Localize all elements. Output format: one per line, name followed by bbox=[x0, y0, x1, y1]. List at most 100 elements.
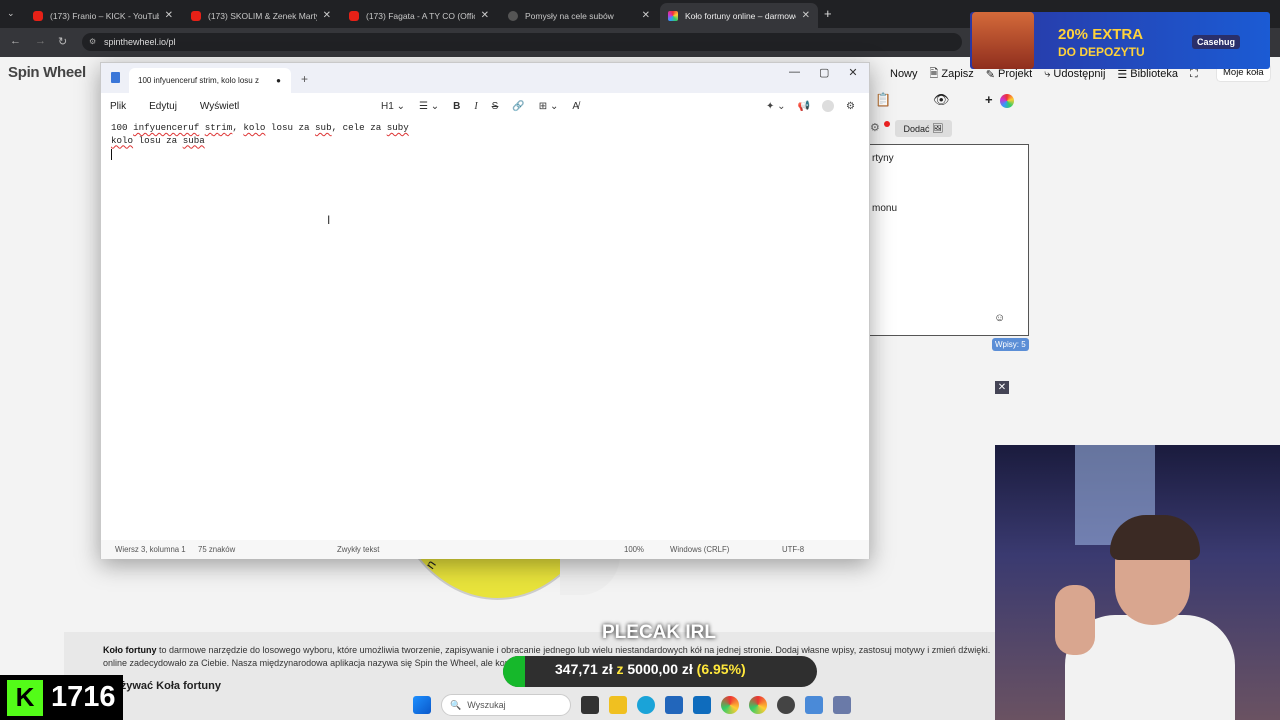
file-explorer-icon[interactable] bbox=[609, 696, 627, 714]
site-info-icon[interactable]: ⚙ bbox=[89, 37, 96, 46]
text-line: 100 infyuenceruf strim, kolo losu za sub… bbox=[111, 122, 851, 135]
brush-icon: ✎ bbox=[985, 68, 995, 81]
tab-title: (173) Franio – KICK - YouTube bbox=[50, 10, 159, 21]
line-ending[interactable]: Windows (CRLF) bbox=[670, 545, 729, 554]
entry-line: rtyny bbox=[872, 153, 894, 164]
tab-list-chevron-icon[interactable]: ⌄ bbox=[7, 8, 15, 19]
misspelled-word: kolo bbox=[111, 134, 134, 146]
encoding[interactable]: UTF-8 bbox=[782, 545, 804, 554]
unsaved-dot-icon[interactable]: ● bbox=[276, 76, 281, 85]
text-segment: , cele za bbox=[331, 122, 387, 133]
browser-tab[interactable]: (173) Franio – KICK - YouTube ✕ bbox=[25, 3, 181, 28]
emoji-icon[interactable]: ☺ bbox=[994, 312, 1005, 324]
minimize-icon[interactable]: — bbox=[789, 66, 800, 79]
obs-icon[interactable] bbox=[777, 696, 795, 714]
task-view-icon[interactable] bbox=[581, 696, 599, 714]
fullscreen-icon[interactable]: ⛶ bbox=[1190, 68, 1198, 81]
windows-start-icon[interactable] bbox=[413, 696, 431, 714]
bold-icon[interactable]: B bbox=[453, 101, 460, 112]
add-image-button[interactable]: Dodać 🖼 bbox=[895, 120, 952, 137]
browser-tab[interactable]: (173) SKOLIM & Zenek Martyniuk ✕ bbox=[183, 3, 339, 28]
chevron-down-icon: ⌄ bbox=[396, 100, 405, 112]
nav-library[interactable]: ☰ Biblioteka bbox=[1117, 68, 1178, 81]
hide-eye-icon[interactable]: 👁 bbox=[933, 92, 950, 108]
notepad-taskbar-icon[interactable] bbox=[805, 696, 823, 714]
entries-counter: Wpisy: 5 bbox=[992, 338, 1029, 351]
info-title: Koło fortuny bbox=[103, 645, 157, 655]
wheel-toolbar: 📋 👁 + bbox=[875, 92, 1025, 112]
menu-file[interactable]: Plik bbox=[110, 101, 126, 112]
treasure-chest-image bbox=[972, 12, 1034, 69]
chrome-icon[interactable] bbox=[721, 696, 739, 714]
ibeam-cursor-icon: I bbox=[327, 213, 331, 227]
new-tab-button[interactable]: + bbox=[824, 6, 832, 21]
copilot-icon[interactable]: ✦ ⌄ bbox=[766, 101, 786, 112]
tab-close-icon[interactable]: ✕ bbox=[802, 10, 810, 21]
misspelled-word: suba bbox=[182, 134, 205, 146]
browser-tab[interactable]: (173) Fagata - A TY CO (Official ✕ bbox=[341, 3, 497, 28]
chatgpt-icon bbox=[508, 10, 518, 21]
donation-progress-fill bbox=[503, 656, 525, 687]
nav-save-label: Zapisz bbox=[941, 68, 974, 80]
add-icon[interactable]: + bbox=[985, 92, 993, 107]
search-placeholder: Wyszukaj bbox=[467, 700, 506, 710]
ad-subline: DO DEPOZYTU bbox=[1058, 45, 1145, 59]
new-tab-icon[interactable]: + bbox=[301, 72, 308, 86]
settings-gear-icon[interactable]: ⚙ bbox=[870, 121, 880, 134]
calculator-icon[interactable] bbox=[833, 696, 851, 714]
text-segment: losu za bbox=[265, 122, 316, 133]
close-icon[interactable]: ✕ bbox=[995, 381, 1009, 394]
account-avatar[interactable] bbox=[822, 100, 834, 112]
maximize-icon[interactable]: ▢ bbox=[819, 66, 829, 79]
tab-close-icon[interactable]: ✕ bbox=[323, 10, 331, 21]
edge-icon[interactable] bbox=[637, 696, 655, 714]
text-format[interactable]: Zwykły tekst bbox=[337, 545, 379, 554]
notepad-text-area[interactable]: 100 infyuenceruf strim, kolo losu za sub… bbox=[111, 122, 851, 147]
link-icon[interactable]: 🔗 bbox=[512, 101, 524, 112]
tab-close-icon[interactable]: ✕ bbox=[481, 10, 489, 21]
megaphone-icon[interactable]: 📢 bbox=[798, 101, 810, 112]
kick-viewer-counter: K 1716 bbox=[0, 675, 123, 720]
settings-gear-icon[interactable]: ⚙ bbox=[846, 101, 855, 112]
nav-share[interactable]: ⤷ Udostępnij bbox=[1044, 68, 1105, 81]
entries-textarea[interactable]: rtyny monu ☺ bbox=[865, 144, 1029, 336]
forward-arrow-icon[interactable]: → bbox=[35, 35, 46, 47]
windows-taskbar: 🔍 Wyszukaj bbox=[405, 690, 875, 720]
tab-close-icon[interactable]: ✕ bbox=[642, 10, 650, 21]
tab-close-icon[interactable]: ✕ bbox=[165, 10, 173, 21]
close-window-icon[interactable]: ✕ bbox=[848, 66, 857, 79]
misspelled-word: kolo bbox=[243, 122, 266, 133]
browser-tab-active[interactable]: Koło fortuny online – darmowe ✕ bbox=[660, 3, 818, 28]
list-icon[interactable]: ☰ ⌄ bbox=[419, 101, 439, 112]
outlook-icon[interactable] bbox=[693, 696, 711, 714]
menu-view[interactable]: Wyświetl bbox=[200, 101, 239, 112]
table-icon[interactable]: ⊞ ⌄ bbox=[539, 101, 559, 112]
taskbar-search[interactable]: 🔍 Wyszukaj bbox=[441, 694, 571, 716]
strikethrough-icon[interactable]: S bbox=[492, 101, 499, 112]
chrome-icon[interactable] bbox=[749, 696, 767, 714]
browser-tab[interactable]: Pomysły na cele subów ✕ bbox=[500, 3, 658, 28]
notepad-statusbar: Wiersz 3, kolumna 1 75 znaków Zwykły tek… bbox=[101, 540, 869, 559]
text-caret bbox=[111, 149, 112, 160]
heading-select[interactable]: H1 ⌄ bbox=[381, 101, 405, 112]
clipboard-icon[interactable]: 📋 bbox=[875, 92, 891, 108]
kick-logo-icon: K bbox=[7, 679, 43, 716]
reload-icon[interactable]: ↻ bbox=[58, 35, 67, 48]
library-icon: ☰ bbox=[1117, 68, 1128, 81]
notepad-tab[interactable]: 100 infyuenceruf strim, kolo losu z ● bbox=[129, 68, 291, 93]
clear-formatting-icon[interactable]: A̸ bbox=[572, 101, 579, 112]
italic-icon[interactable]: I bbox=[474, 101, 477, 112]
nav-project[interactable]: ✎ Projekt bbox=[986, 68, 1032, 81]
back-arrow-icon[interactable]: ← bbox=[10, 35, 21, 47]
donation-percent: (6.95%) bbox=[696, 661, 746, 677]
address-bar[interactable]: spinthewheel.io/pl bbox=[82, 33, 962, 51]
nav-new[interactable]: Nowy bbox=[890, 68, 918, 80]
char-count: 75 znaków bbox=[198, 545, 236, 554]
casehug-ad-banner[interactable]: 20% EXTRA DO DEPOZYTU Casehug bbox=[970, 12, 1270, 69]
menu-edit[interactable]: Edytuj bbox=[149, 101, 177, 112]
zoom-level[interactable]: 100% bbox=[624, 545, 644, 554]
site-logo[interactable]: Spin Wheel bbox=[8, 64, 86, 81]
color-wheel-icon[interactable] bbox=[1000, 94, 1014, 108]
nav-save[interactable]: 🗎 Zapisz bbox=[930, 65, 974, 84]
store-icon[interactable] bbox=[665, 696, 683, 714]
